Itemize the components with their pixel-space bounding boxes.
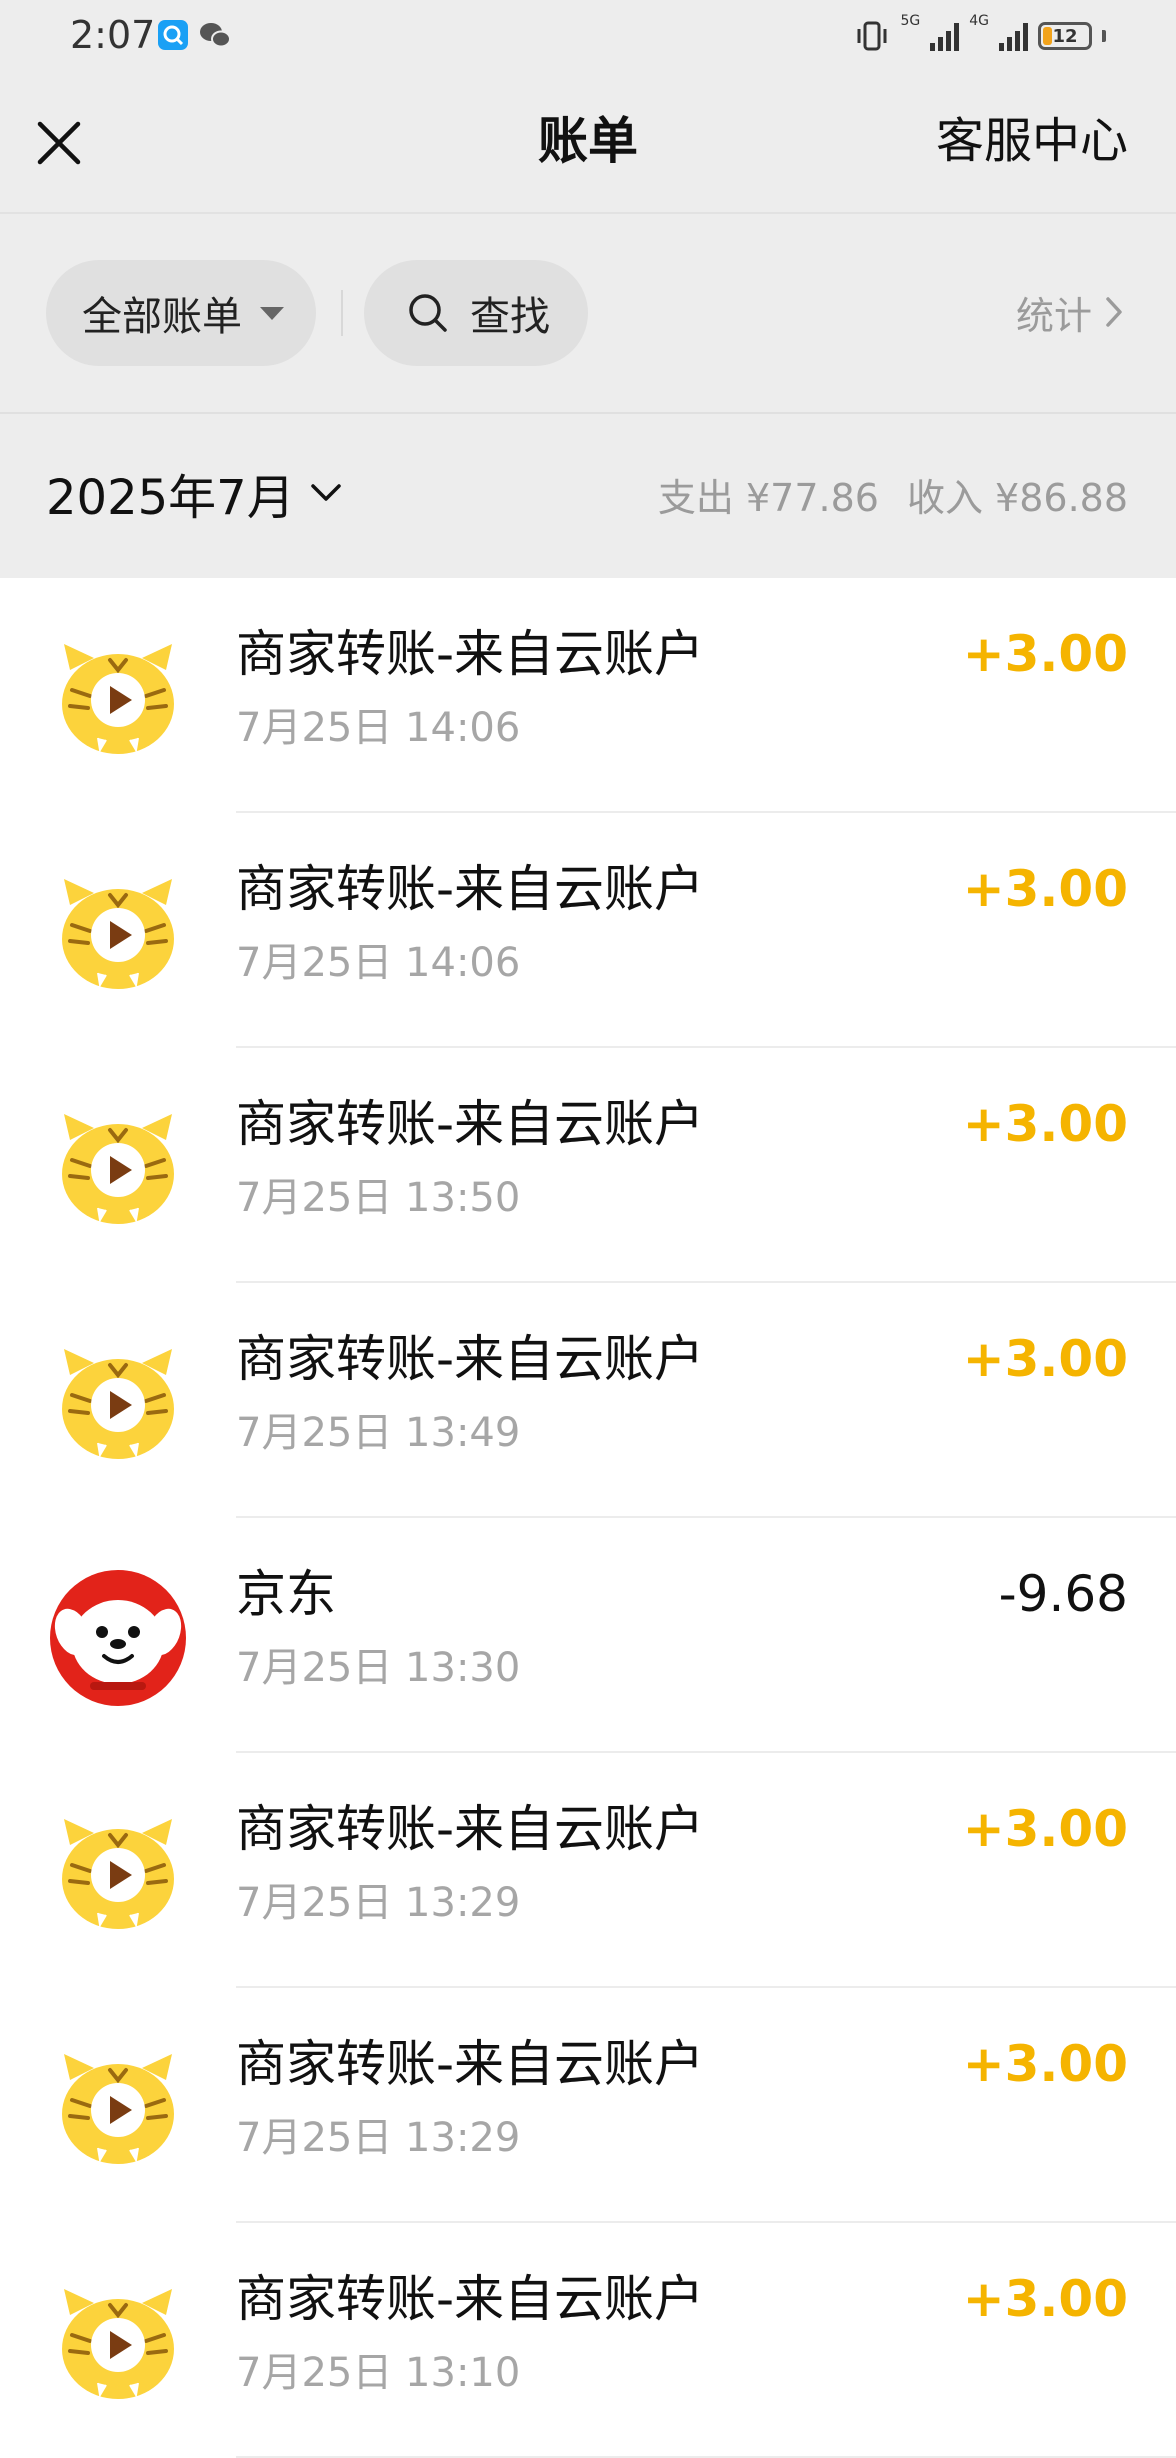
month-totals: 支出 ¥77.86 收入 ¥86.88 (658, 462, 1128, 526)
transaction-name: 商家转账-来自云账户 (236, 2270, 705, 2328)
search-label: 查找 (470, 294, 550, 340)
transaction-name: 商家转账-来自云账户 (236, 1330, 705, 1388)
filter-divider-line (0, 412, 1176, 414)
transaction-name: 商家转账-来自云账户 (236, 1800, 705, 1858)
battery-tip (1102, 30, 1106, 42)
transaction-row[interactable]: 商家转账-来自云账户 7月25日 13:49 +3.00 (0, 1283, 1176, 1518)
transaction-amount: +3.00 (962, 2270, 1128, 2328)
all-bills-filter[interactable]: 全部账单 (46, 260, 316, 366)
vibrate-icon (857, 21, 887, 51)
transaction-amount: -9.68 (998, 1565, 1128, 1623)
chevron-right-icon (1106, 297, 1122, 327)
stats-label: 统计 (1015, 293, 1092, 338)
tiger-icon (50, 1335, 186, 1471)
tiger-icon (50, 2040, 186, 2176)
transaction-date: 7月25日 13:10 (236, 2350, 521, 2396)
tiger-icon (50, 1805, 186, 1941)
tiger-icon (50, 630, 186, 766)
transaction-name: 京东 (236, 1565, 336, 1623)
wechat-icon (198, 20, 231, 50)
expense-total: 支出 ¥77.86 (657, 475, 879, 520)
search-button[interactable]: 查找 (364, 260, 588, 366)
transaction-date: 7月25日 13:50 (236, 1175, 521, 1221)
transaction-list: 商家转账-来自云账户 7月25日 14:06 +3.00 商家转账-来自云账户 7月2… (0, 578, 1176, 2458)
chevron-down-icon (310, 484, 341, 501)
network-5g-label: 5G (900, 13, 921, 29)
transaction-amount: +3.00 (962, 860, 1128, 918)
all-bills-label: 全部账单 (82, 294, 242, 340)
tiger-icon (50, 2275, 186, 2411)
transaction-amount: +3.00 (962, 1800, 1128, 1858)
search-icon (409, 294, 447, 332)
tiger-icon (50, 865, 186, 1001)
battery-icon: 12 (1038, 22, 1092, 50)
transaction-date: 7月25日 13:30 (236, 1645, 521, 1691)
signal-5g-icon (930, 21, 960, 51)
qq-browser-icon (158, 20, 188, 50)
tiger-icon (50, 1100, 186, 1236)
transaction-date: 7月25日 14:06 (236, 705, 521, 751)
jd-dog-icon (50, 1570, 186, 1706)
transaction-name: 商家转账-来自云账户 (236, 625, 705, 683)
transaction-row[interactable]: 商家转账-来自云账户 7月25日 13:29 +3.00 (0, 1753, 1176, 1988)
transaction-date: 7月25日 14:06 (236, 940, 521, 986)
filter-divider (341, 290, 343, 336)
transaction-amount: +3.00 (962, 1330, 1128, 1388)
status-indicators: 5G 4G 12 (854, 14, 1106, 58)
month-label: 2025年7月 (46, 470, 295, 526)
transaction-name: 商家转账-来自云账户 (236, 1095, 705, 1153)
signal-4g-icon (999, 21, 1028, 51)
transaction-row[interactable]: 商家转账-来自云账户 7月25日 14:06 +3.00 (0, 578, 1176, 813)
battery-level: 12 (1052, 25, 1078, 47)
status-bar: 2:07 5G 4G 12 (0, 0, 1176, 70)
transaction-row[interactable]: 京东 7月25日 13:30 -9.68 (0, 1518, 1176, 1753)
customer-service-button[interactable]: 客服中心 (936, 108, 1128, 174)
transaction-date: 7月25日 13:29 (236, 2115, 521, 2161)
transaction-row[interactable]: 商家转账-来自云账户 7月25日 13:50 +3.00 (0, 1048, 1176, 1283)
transaction-date: 7月25日 13:49 (236, 1410, 521, 1456)
transaction-date: 7月25日 13:29 (236, 1880, 521, 1926)
transaction-amount: +3.00 (962, 2035, 1128, 2093)
transaction-amount: +3.00 (962, 625, 1128, 683)
status-time: 2:07 (70, 13, 156, 57)
income-total: 收入 ¥86.88 (906, 475, 1128, 520)
nav-bar: 账单 客服中心 (0, 70, 1176, 212)
network-4g-label: 4G (969, 13, 989, 29)
transaction-row[interactable]: 商家转账-来自云账户 7月25日 13:29 +3.00 (0, 1988, 1176, 2223)
transaction-row[interactable]: 商家转账-来自云账户 7月25日 13:10 +3.00 (0, 2223, 1176, 2458)
transaction-name: 商家转账-来自云账户 (236, 860, 705, 918)
month-selector[interactable]: 2025年7月 (46, 458, 343, 528)
nav-divider (0, 212, 1176, 214)
transaction-row[interactable]: 商家转账-来自云账户 7月25日 14:06 +3.00 (0, 813, 1176, 1048)
transaction-amount: +3.00 (962, 1095, 1128, 1153)
caret-down-icon (260, 306, 284, 320)
transaction-name: 商家转账-来自云账户 (236, 2035, 705, 2093)
stats-link[interactable]: 统计 (1016, 282, 1124, 342)
